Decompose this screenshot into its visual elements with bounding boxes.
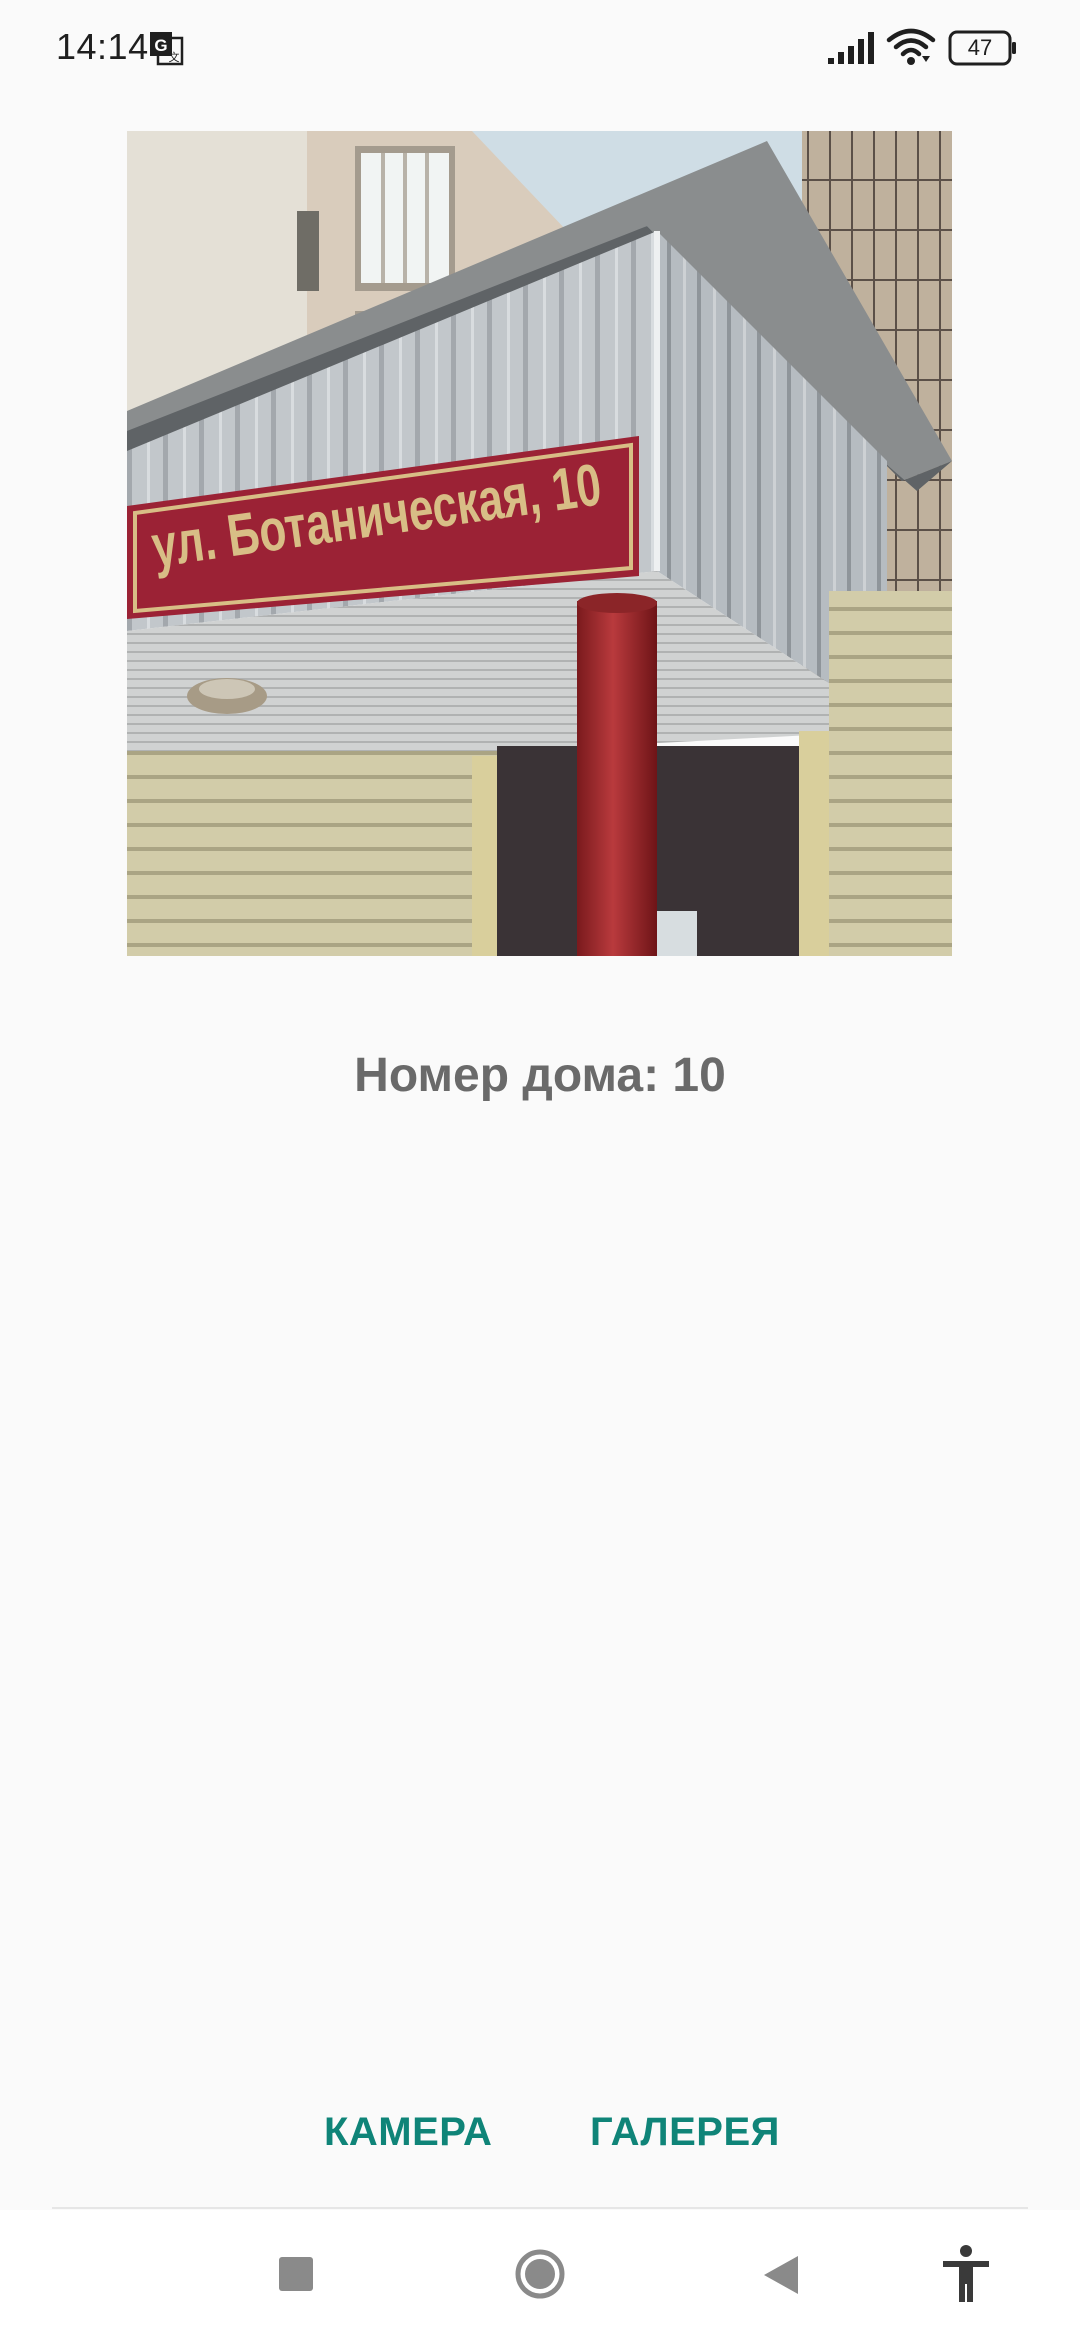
divider xyxy=(52,2207,1028,2209)
wifi-icon xyxy=(886,28,936,65)
back-icon[interactable] xyxy=(762,2254,800,2296)
battery-level: 47 xyxy=(967,35,993,60)
signal-icon xyxy=(828,32,874,64)
gallery-button[interactable]: ГАЛЕРЕЯ xyxy=(590,2110,780,2155)
recents-icon[interactable] xyxy=(279,2257,313,2291)
translate-icon: G 文 xyxy=(150,32,184,66)
status-time: 14:14 xyxy=(56,26,149,67)
svg-text:文: 文 xyxy=(169,50,180,64)
svg-text:G: G xyxy=(154,36,167,55)
home-icon[interactable] xyxy=(514,2248,566,2300)
camera-button[interactable]: КАМЕРА xyxy=(324,2110,492,2155)
house-photo: ул. Ботаническая, 10 xyxy=(127,131,952,956)
status-bar: 14:14 G 文 47 xyxy=(0,0,1080,96)
accessibility-icon[interactable] xyxy=(940,2244,992,2304)
house-number-result: Номер дома: 10 xyxy=(354,1049,726,1102)
